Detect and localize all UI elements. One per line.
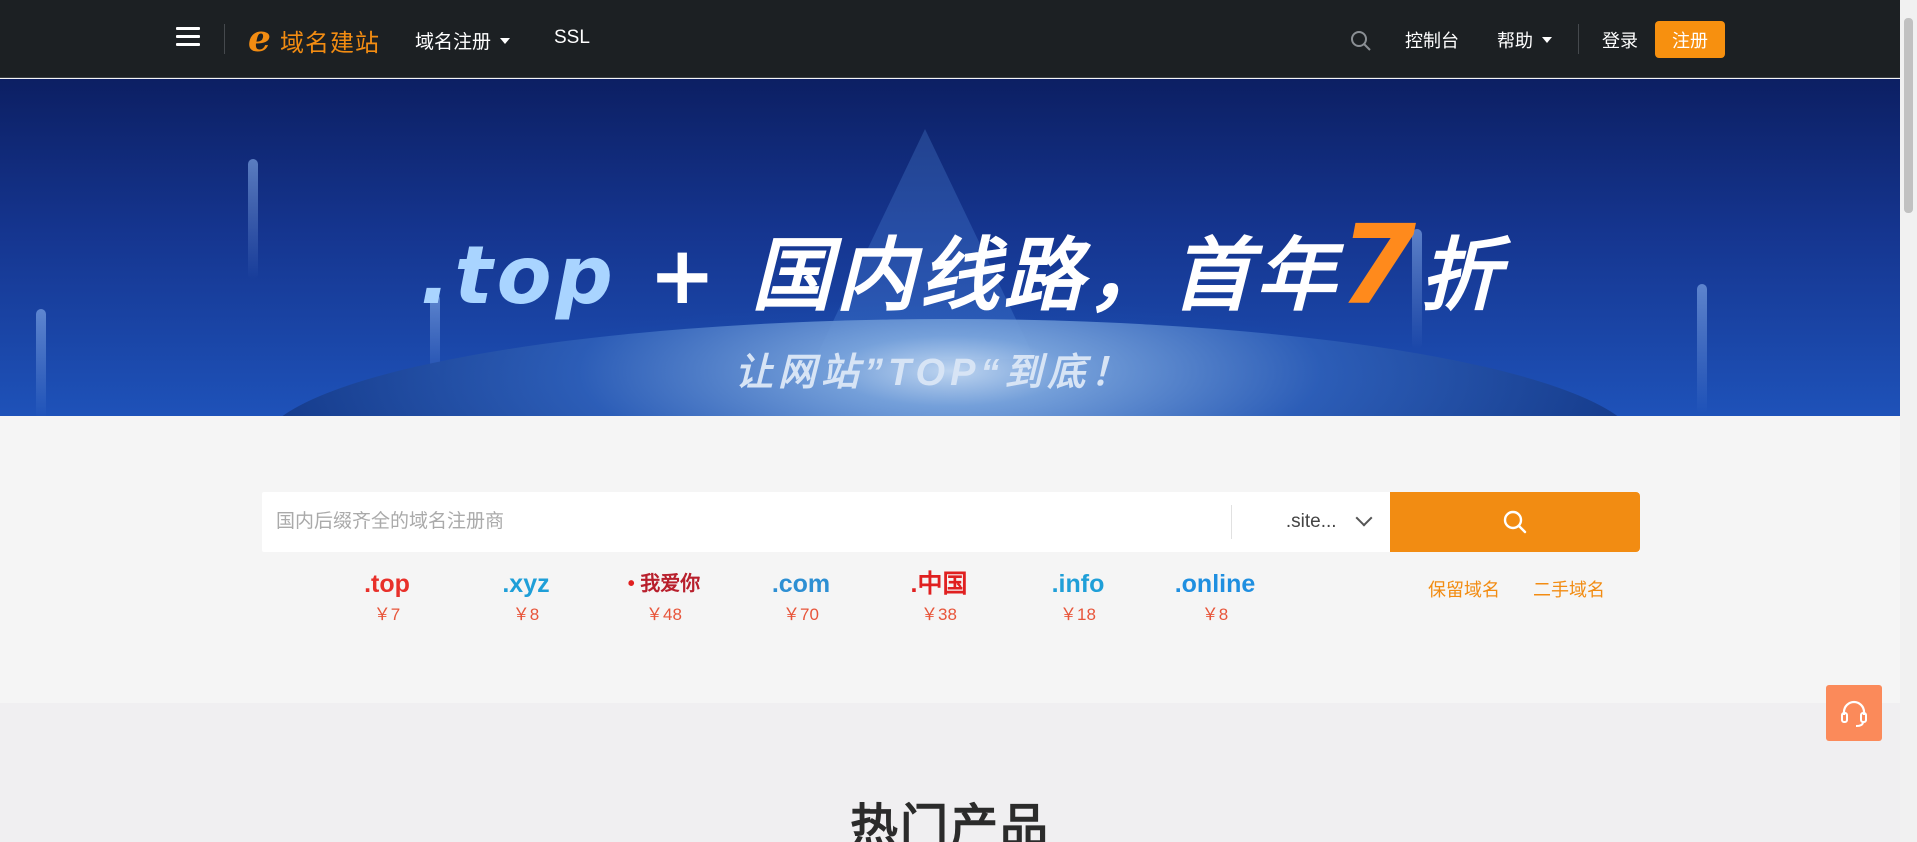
- search-icon[interactable]: [1350, 30, 1372, 52]
- nav-divider: [1578, 24, 1579, 54]
- tld-item-info[interactable]: .info ￥18: [1018, 570, 1138, 625]
- tld-price: ￥70: [783, 605, 819, 624]
- tld-name-text: 我爱你: [640, 573, 701, 595]
- tld-price: ￥38: [921, 605, 957, 624]
- nav-domain-register-label: 域名注册: [415, 32, 492, 53]
- domain-search-bar: .site...: [262, 492, 1640, 552]
- section-title: 热门产品: [849, 801, 1050, 842]
- chevron-down-icon: [1355, 509, 1373, 527]
- page-scrollbar[interactable]: [1900, 0, 1917, 842]
- tld-name: .top: [364, 570, 410, 598]
- tld-name: .online: [1174, 570, 1256, 598]
- tld-item-online[interactable]: .online ￥8: [1155, 570, 1275, 625]
- tld-name: .中国: [910, 570, 968, 598]
- search-button[interactable]: [1390, 492, 1640, 552]
- reserved-domain-link[interactable]: 保留域名: [1428, 576, 1500, 602]
- nav-domain-register[interactable]: 域名注册: [415, 27, 511, 54]
- dot-icon: •: [627, 573, 641, 595]
- tld-item-xyz[interactable]: .xyz ￥8: [466, 570, 586, 625]
- nav-ssl-label: SSL: [554, 27, 590, 48]
- logo-text: 域名建站: [280, 29, 380, 57]
- login-link[interactable]: 登录: [1602, 27, 1638, 53]
- banner-subline: 让网站”TOP“到底！: [735, 352, 1134, 394]
- tld-item-com[interactable]: .com ￥70: [741, 570, 861, 625]
- tld-item-woaini[interactable]: • 我爱你 ￥48: [604, 570, 724, 625]
- banner-decoration: [36, 309, 46, 416]
- nav-console-label: 控制台: [1405, 31, 1459, 51]
- nav-help-label: 帮助: [1497, 31, 1533, 51]
- suffix-select-value: .site...: [1285, 511, 1337, 532]
- nav-ssl[interactable]: SSL: [554, 27, 590, 49]
- banner-headline-tld: .top: [420, 229, 617, 322]
- site-logo[interactable]: e 域名建站: [248, 18, 380, 60]
- suffix-select[interactable]: .site...: [1232, 492, 1390, 552]
- logo-e-icon: e: [248, 18, 271, 60]
- banner-headline-text: + 国内线路，首年: [616, 229, 1340, 322]
- caret-down-icon: [1542, 37, 1552, 43]
- tld-name: • 我爱你: [604, 570, 724, 598]
- login-label: 登录: [1602, 31, 1638, 51]
- banner-decoration: [248, 159, 258, 279]
- caret-down-icon: [500, 37, 511, 44]
- top-navbar: e 域名建站 域名注册 SSL 控制台 帮助 登录 注册: [0, 0, 1900, 78]
- tld-item-top[interactable]: .top ￥7: [327, 570, 447, 625]
- nav-help[interactable]: 帮助: [1497, 27, 1552, 53]
- search-icon: [1503, 510, 1527, 534]
- banner-decoration: [1697, 284, 1707, 414]
- tld-name: .info: [1051, 570, 1105, 598]
- customer-service-button[interactable]: [1826, 685, 1882, 741]
- tld-price: ￥8: [1201, 605, 1229, 624]
- promo-banner[interactable]: .top + 国内线路，首年7折 让网站”TOP“到底！: [0, 79, 1900, 416]
- register-label: 注册: [1672, 30, 1708, 51]
- banner-headline-end: 折: [1420, 229, 1505, 322]
- secondhand-domain-link[interactable]: 二手域名: [1533, 576, 1605, 602]
- hamburger-menu-icon[interactable]: [176, 27, 200, 47]
- tld-price: ￥18: [1060, 605, 1096, 624]
- register-button[interactable]: 注册: [1655, 21, 1725, 58]
- banner-headline-number: 7: [1339, 201, 1421, 329]
- tld-price: ￥7: [373, 605, 401, 624]
- banner-headline: .top + 国内线路，首年7折: [420, 201, 1504, 329]
- hot-products-section: 热门产品: [0, 703, 1900, 842]
- tld-name: .xyz: [502, 570, 550, 598]
- domain-search-input[interactable]: [262, 492, 1232, 552]
- tld-price: ￥48: [646, 605, 682, 624]
- tld-price: ￥8: [512, 605, 540, 624]
- scrollbar-thumb[interactable]: [1904, 18, 1913, 213]
- tld-name: .com: [771, 570, 831, 598]
- nav-divider: [224, 24, 225, 54]
- domain-search-section: .site...: [0, 416, 1900, 703]
- tld-item-zhongguo[interactable]: .中国 ￥38: [879, 570, 999, 625]
- nav-console[interactable]: 控制台: [1405, 27, 1459, 53]
- headset-icon: [1841, 700, 1867, 727]
